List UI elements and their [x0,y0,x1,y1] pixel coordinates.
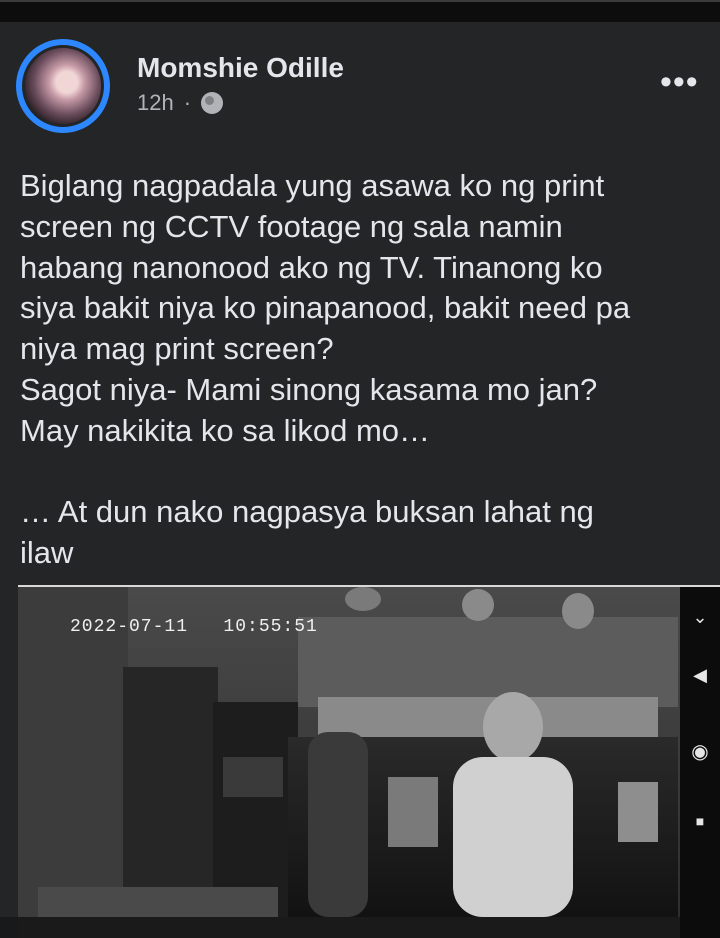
back-triangle-icon[interactable]: ◀ [680,665,720,686]
post-photo[interactable]: 2022-07-11 10:55:51 ⌄ ◀ ◉ ■ [18,587,720,938]
home-circle-icon[interactable]: ◉ [680,739,720,764]
post-body: Biglang nagpadala yung asawa ko ng print… [20,168,631,571]
phone-nav-bar: ⌄ ◀ ◉ ■ [680,587,720,938]
recents-square-icon[interactable]: ■ [680,813,720,829]
cctv-timestamp: 2022-07-11 10:55:51 [70,617,318,637]
more-horizontal-icon: ••• [660,63,699,101]
top-strip [0,0,720,22]
meta-separator: · [183,90,192,115]
post-meta: 12h · [137,90,224,116]
globe-icon [201,92,224,114]
more-options-button[interactable]: ••• [660,65,699,99]
post-time[interactable]: 12h [137,90,174,116]
author-name[interactable]: Momshie Odille [137,52,344,84]
post-card: Momshie Odille 12h · ••• Biglang nagpada… [0,22,720,938]
avatar[interactable] [22,45,104,127]
chevron-down-small-icon[interactable]: ⌄ [680,607,720,628]
